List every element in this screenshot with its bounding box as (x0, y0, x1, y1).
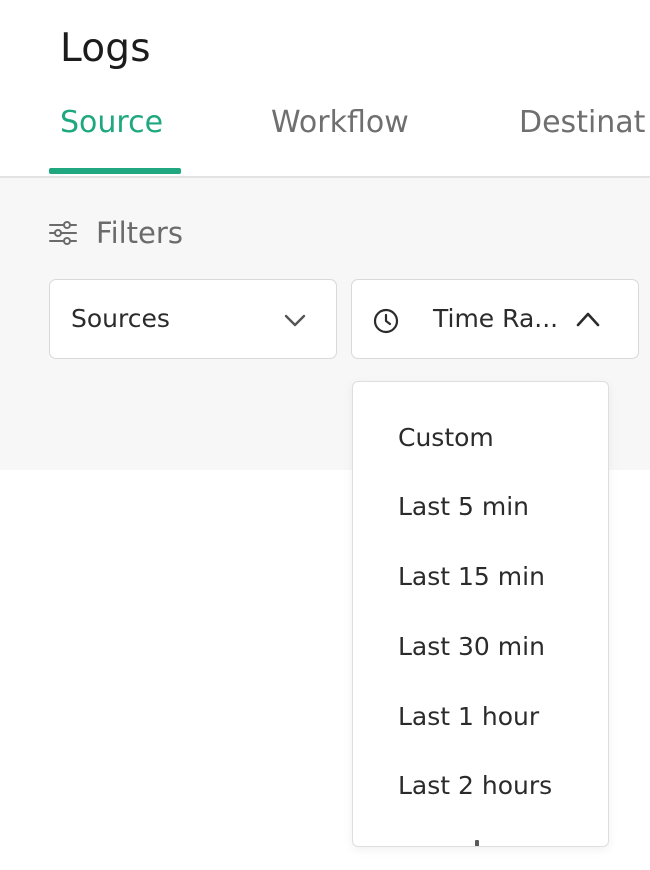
time-range-option-last-2-hours[interactable]: Last 2 hours (398, 771, 552, 800)
time-range-select[interactable]: Time Ra... (351, 279, 639, 359)
tab-destination[interactable]: Destinat (519, 105, 645, 140)
time-range-select-value: Time Ra... (433, 304, 559, 333)
clipped-option-fragment (461, 840, 483, 846)
active-tab-indicator (49, 168, 181, 174)
chevron-down-icon (284, 314, 306, 327)
sources-select-value: Sources (71, 304, 170, 333)
time-range-option-last-30-min[interactable]: Last 30 min (398, 632, 545, 661)
tab-source[interactable]: Source (60, 105, 163, 140)
time-range-option-last-15-min[interactable]: Last 15 min (398, 562, 545, 591)
sliders-icon (49, 221, 77, 245)
clock-icon (373, 308, 399, 334)
page-title: Logs (60, 26, 151, 71)
sources-select[interactable]: Sources (49, 279, 337, 359)
filters-heading: Filters (48, 216, 183, 250)
chevron-up-icon (576, 312, 600, 327)
time-range-option-last-1-hour[interactable]: Last 1 hour (398, 702, 539, 731)
filters-label: Filters (96, 216, 183, 250)
time-range-option-last-5-min[interactable]: Last 5 min (398, 492, 529, 521)
tab-workflow[interactable]: Workflow (271, 105, 409, 140)
header: Logs Source Workflow Destinat (0, 0, 650, 178)
time-range-dropdown: Custom Last 5 min Last 15 min Last 30 mi… (352, 381, 609, 847)
time-range-option-custom[interactable]: Custom (398, 423, 494, 452)
